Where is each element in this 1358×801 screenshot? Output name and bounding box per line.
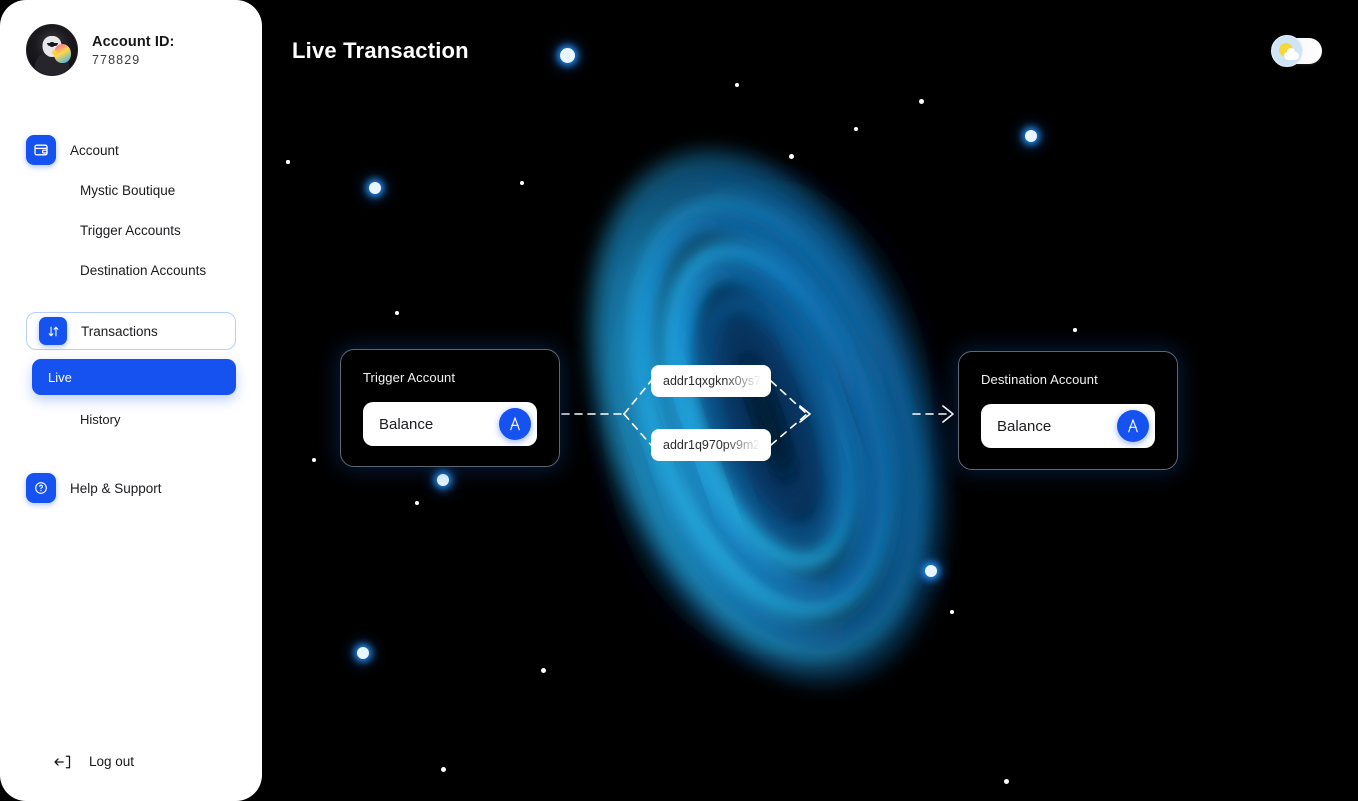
cardano-ada-icon bbox=[1117, 410, 1149, 442]
sidebar-item-mystic-boutique[interactable]: Mystic Boutique bbox=[0, 170, 262, 210]
star-dot bbox=[854, 127, 858, 131]
sidebar-item-trigger-accounts[interactable]: Trigger Accounts bbox=[0, 210, 262, 250]
account-id-value: 778829 bbox=[92, 52, 141, 67]
sidebar-item-label: Help & Support bbox=[70, 480, 162, 496]
destination-balance-pill[interactable]: Balance bbox=[981, 404, 1155, 448]
trigger-account-card: Trigger Account Balance bbox=[340, 349, 560, 467]
sidebar-item-label: Trigger Accounts bbox=[80, 222, 181, 238]
star-dot bbox=[1073, 328, 1077, 332]
star-dot bbox=[415, 501, 419, 505]
app-root: Account ID: 778829 Account Mystic Boutiq… bbox=[0, 0, 1358, 801]
star-dot bbox=[540, 667, 546, 673]
page-title: Live Transaction bbox=[292, 38, 469, 63]
sidebar-item-account[interactable]: Account bbox=[0, 130, 262, 170]
star-dot bbox=[440, 766, 446, 772]
star-dot bbox=[286, 160, 290, 164]
sidebar: Account ID: 778829 Account Mystic Boutiq… bbox=[0, 0, 262, 801]
logout-label: Log out bbox=[89, 754, 135, 769]
wallet-icon bbox=[26, 135, 56, 165]
star-dot bbox=[312, 458, 316, 462]
sidebar-subitem-history[interactable]: History bbox=[0, 406, 262, 432]
sidebar-subitem-label: Live bbox=[48, 369, 72, 385]
account-id-label: Account ID: bbox=[92, 33, 175, 50]
sidebar-item-label: Mystic Boutique bbox=[80, 182, 176, 198]
star-dot bbox=[918, 98, 924, 104]
sidebar-nav: Account Mystic Boutique Trigger Accounts… bbox=[0, 130, 262, 508]
trigger-account-title: Trigger Account bbox=[363, 370, 456, 385]
star-dot bbox=[788, 153, 794, 159]
trigger-balance-label: Balance bbox=[379, 415, 434, 433]
transfer-arrows-icon bbox=[39, 317, 67, 345]
destination-account-title: Destination Account bbox=[981, 372, 1098, 387]
sidebar-item-destination-accounts[interactable]: Destination Accounts bbox=[0, 250, 262, 290]
address-text: addr1qxgknx0ys7 bbox=[663, 374, 761, 388]
logout-button[interactable]: Log out bbox=[0, 754, 262, 801]
logout-icon bbox=[54, 755, 71, 769]
star-dot bbox=[925, 565, 937, 577]
address-chip[interactable]: addr1qxgknx0ys7 bbox=[651, 365, 771, 397]
trigger-balance-pill[interactable]: Balance bbox=[363, 402, 537, 446]
sun-cloud-icon bbox=[1271, 35, 1303, 67]
star-dot bbox=[735, 83, 739, 87]
star-dot bbox=[369, 182, 381, 194]
sidebar-item-label: Destination Accounts bbox=[80, 262, 207, 278]
star-dot bbox=[950, 610, 954, 614]
cardano-ada-icon bbox=[499, 408, 531, 440]
avatar bbox=[26, 24, 78, 76]
star-dot bbox=[1003, 778, 1009, 784]
question-circle-icon bbox=[26, 473, 56, 503]
galaxy-vortex-graphic bbox=[572, 132, 962, 702]
address-text: addr1q970pv9m2 bbox=[663, 438, 761, 452]
sidebar-item-transactions[interactable]: Transactions bbox=[26, 312, 236, 350]
sidebar-subitem-live[interactable]: Live bbox=[32, 359, 236, 395]
star-dot bbox=[1025, 130, 1037, 142]
star-dot bbox=[520, 181, 524, 185]
theme-toggle[interactable] bbox=[1271, 35, 1322, 67]
destination-balance-label: Balance bbox=[997, 417, 1052, 435]
main-canvas: Live Transaction Trigger Account Balance… bbox=[262, 0, 1358, 801]
account-header: Account ID: 778829 bbox=[0, 0, 262, 76]
star-dot bbox=[437, 474, 449, 486]
star-dot bbox=[395, 311, 399, 315]
sidebar-item-label: Transactions bbox=[81, 323, 158, 339]
star-dot bbox=[559, 47, 575, 63]
destination-account-card: Destination Account Balance bbox=[958, 351, 1178, 470]
sidebar-subitem-label: History bbox=[80, 411, 121, 427]
star-dot bbox=[357, 647, 369, 659]
sidebar-item-label: Account bbox=[70, 142, 119, 158]
address-chip[interactable]: addr1q970pv9m2 bbox=[651, 429, 771, 461]
sidebar-item-help-support[interactable]: Help & Support bbox=[0, 468, 262, 508]
